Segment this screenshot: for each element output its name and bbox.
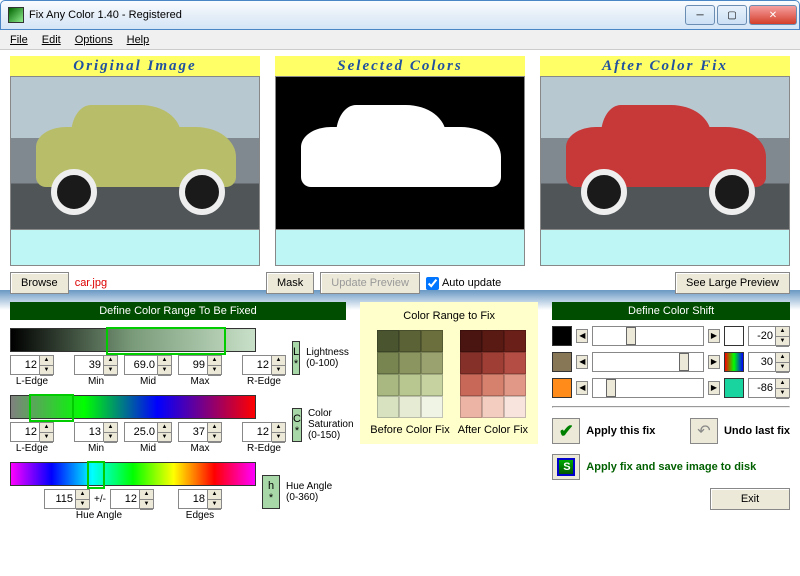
l-min-input[interactable] bbox=[75, 356, 103, 374]
original-preview: Original Image bbox=[10, 56, 260, 266]
browse-button[interactable]: Browse bbox=[10, 272, 69, 294]
selected-preview: Selected Colors bbox=[275, 56, 525, 266]
l-max-input[interactable] bbox=[179, 356, 207, 374]
c-ledge-input[interactable] bbox=[11, 423, 39, 441]
filename-label: car.jpg bbox=[75, 277, 107, 289]
before-swatches bbox=[377, 330, 443, 418]
l-redge-input[interactable] bbox=[243, 356, 271, 374]
c-shift-input[interactable] bbox=[749, 353, 775, 371]
c-max-input[interactable] bbox=[179, 423, 207, 441]
after-preview: After Color Fix bbox=[540, 56, 790, 266]
menu-file[interactable]: File bbox=[4, 32, 34, 48]
menu-bar: File Edit Options Help bbox=[0, 30, 800, 50]
window-titlebar: Fix Any Color 1.40 - Registered ─ ▢ ✕ bbox=[0, 0, 800, 30]
l-shift-slider[interactable] bbox=[592, 326, 704, 346]
mask-button[interactable]: Mask bbox=[266, 272, 314, 294]
left-arrow-icon[interactable]: ◀ bbox=[576, 329, 588, 343]
undo-button[interactable]: ↶ bbox=[690, 418, 718, 444]
l-shift-input[interactable] bbox=[749, 327, 775, 345]
save-icon bbox=[557, 458, 575, 476]
shift-from-c-icon bbox=[552, 352, 572, 372]
lightness-gradient[interactable] bbox=[10, 328, 256, 352]
hue-gradient[interactable] bbox=[10, 462, 256, 486]
selected-title: Selected Colors bbox=[275, 56, 525, 76]
hue-pm-input[interactable] bbox=[111, 490, 139, 508]
h-badge: h* bbox=[262, 475, 280, 509]
apply-fix-button[interactable]: ✔ bbox=[552, 418, 580, 444]
c-badge: C* bbox=[292, 408, 302, 442]
menu-help[interactable]: Help bbox=[121, 32, 156, 48]
app-icon bbox=[8, 7, 24, 23]
right-arrow-icon[interactable]: ▶ bbox=[708, 329, 720, 343]
spinner-icon[interactable]: ▲▼ bbox=[39, 356, 53, 374]
shift-to-c-icon bbox=[724, 352, 744, 372]
original-title: Original Image bbox=[10, 56, 260, 76]
after-swatches bbox=[460, 330, 526, 418]
c-shift-slider[interactable] bbox=[592, 352, 704, 372]
menu-edit[interactable]: Edit bbox=[36, 32, 67, 48]
see-large-preview-button[interactable]: See Large Preview bbox=[675, 272, 790, 294]
undo-icon: ↶ bbox=[697, 421, 710, 441]
chroma-gradient[interactable] bbox=[10, 395, 256, 419]
shift-from-h-icon bbox=[552, 378, 572, 398]
hue-edges-input[interactable] bbox=[179, 490, 207, 508]
c-redge-input[interactable] bbox=[243, 423, 271, 441]
window-title: Fix Any Color 1.40 - Registered bbox=[29, 9, 685, 21]
hue-angle-input[interactable] bbox=[45, 490, 75, 508]
define-shift-header: Define Color Shift bbox=[552, 302, 790, 320]
define-range-header: Define Color Range To Be Fixed bbox=[10, 302, 346, 320]
l-ledge-input[interactable] bbox=[11, 356, 39, 374]
apply-save-button[interactable] bbox=[552, 454, 580, 480]
update-preview-button[interactable]: Update Preview bbox=[320, 272, 420, 294]
h-shift-slider[interactable] bbox=[592, 378, 704, 398]
l-mid-input[interactable] bbox=[125, 356, 157, 374]
menu-options[interactable]: Options bbox=[69, 32, 119, 48]
minimize-button[interactable]: ─ bbox=[685, 5, 715, 25]
shift-to-l-icon bbox=[724, 326, 744, 346]
h-shift-input[interactable] bbox=[749, 379, 775, 397]
c-min-input[interactable] bbox=[75, 423, 103, 441]
shift-to-h-icon bbox=[724, 378, 744, 398]
exit-button[interactable]: Exit bbox=[710, 488, 790, 510]
auto-update-checkbox[interactable]: Auto update bbox=[426, 277, 501, 290]
shift-from-l-icon bbox=[552, 326, 572, 346]
color-range-box: Color Range to Fix Before Color Fix Afte… bbox=[360, 302, 538, 444]
check-icon: ✔ bbox=[559, 421, 574, 442]
maximize-button[interactable]: ▢ bbox=[717, 5, 747, 25]
after-title: After Color Fix bbox=[540, 56, 790, 76]
close-button[interactable]: ✕ bbox=[749, 5, 797, 25]
c-mid-input[interactable] bbox=[125, 423, 157, 441]
l-badge: L* bbox=[292, 341, 300, 375]
